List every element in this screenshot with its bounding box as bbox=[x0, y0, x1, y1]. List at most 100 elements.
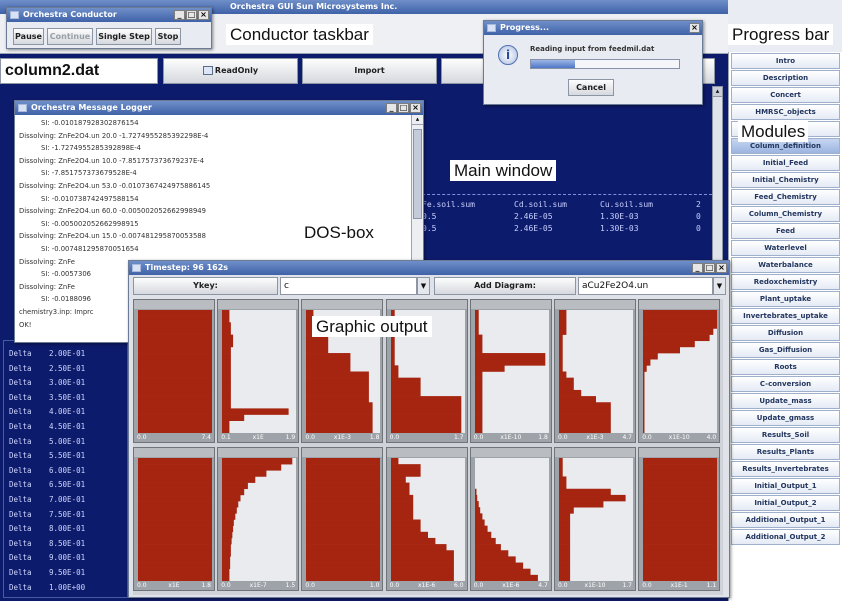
profile-bar bbox=[138, 525, 212, 533]
profile-bar bbox=[138, 377, 212, 385]
module-item[interactable]: Additional_Output_1 bbox=[731, 512, 840, 528]
module-item[interactable]: Update_mass bbox=[731, 393, 840, 409]
module-item[interactable]: C-conversion bbox=[731, 376, 840, 392]
graph-cell[interactable]: 0.0 x1E-7 1.5 bbox=[217, 447, 300, 591]
import-button[interactable]: Import bbox=[302, 58, 437, 84]
graphic-close-icon[interactable]: × bbox=[716, 263, 727, 273]
profile-bar bbox=[222, 402, 232, 409]
profile-bar bbox=[306, 377, 370, 385]
close-icon[interactable]: × bbox=[198, 10, 209, 20]
module-item[interactable]: Roots bbox=[731, 359, 840, 375]
add-diagram-button[interactable]: Add Diagram: bbox=[434, 277, 576, 295]
profile-bar bbox=[559, 525, 571, 533]
module-item[interactable]: Diffusion bbox=[731, 325, 840, 341]
module-item[interactable]: Plant_uptake bbox=[731, 291, 840, 307]
graph-cell[interactable]: 0.0 x1E-1 1.1 bbox=[638, 447, 721, 591]
graph-cell[interactable]: 0.0 x1E-6 4.7 bbox=[469, 447, 552, 591]
axis-tick-label: 1.8 bbox=[538, 434, 548, 441]
profile-bar bbox=[222, 568, 230, 576]
main-data-table: Fe.soil.sum Cd.soil.sum Cu.soil.sum 2 0.5 2.4… bbox=[422, 194, 712, 252]
module-item[interactable]: Update_gmass bbox=[731, 410, 840, 426]
profile-bar bbox=[222, 383, 232, 391]
graph-cell[interactable]: 0.0 x1E-3 4.7 bbox=[554, 299, 636, 443]
graph-cell[interactable]: 0.0 x1E-10 1.8 bbox=[469, 299, 552, 443]
module-item[interactable]: Initial_Output_2 bbox=[731, 495, 840, 511]
profile-bar bbox=[222, 501, 239, 508]
main-scrollbar[interactable]: ▴ bbox=[712, 86, 723, 261]
conductor-titlebar: Orchestra Conductor _ □ × bbox=[7, 8, 211, 22]
single-step-button[interactable]: Single Step bbox=[96, 28, 152, 45]
graph-cell[interactable]: 0.0 x1E-6 6.0 bbox=[385, 447, 468, 591]
profile-bar bbox=[138, 507, 212, 514]
dos-row-value: 9.00E-01 bbox=[49, 553, 86, 563]
profile-bar bbox=[306, 340, 329, 348]
file-name-field[interactable]: column2.dat bbox=[0, 58, 158, 84]
module-item[interactable]: Results_Invertebrates bbox=[731, 461, 840, 477]
graph-cell[interactable]: 0.0 7.4 bbox=[133, 299, 215, 443]
profile-bar bbox=[643, 458, 718, 465]
graph-cell-header bbox=[470, 448, 551, 457]
maximize-icon[interactable]: □ bbox=[186, 10, 197, 20]
profile-bar bbox=[222, 359, 232, 366]
profile-bar bbox=[643, 513, 718, 520]
logger-scroll-thumb[interactable] bbox=[413, 129, 422, 219]
minimize-icon[interactable]: _ bbox=[174, 10, 185, 20]
module-item[interactable]: Results_Plants bbox=[731, 444, 840, 460]
module-item[interactable]: Concert bbox=[731, 87, 840, 103]
stop-button[interactable]: Stop bbox=[155, 28, 181, 45]
profile-bar bbox=[390, 414, 461, 421]
module-item[interactable]: Initial_Output_1 bbox=[731, 478, 840, 494]
profile-bar bbox=[222, 389, 232, 397]
dos-row: Delta 1.00E+00 bbox=[9, 581, 127, 596]
module-item[interactable]: Feed bbox=[731, 223, 840, 239]
logger-scroll-up-icon[interactable]: ▴ bbox=[412, 115, 423, 125]
graph-cell[interactable]: 0.1 x1E 1.9 bbox=[217, 299, 300, 443]
dos-row-value: 7.50E-01 bbox=[49, 509, 86, 519]
logger-close-icon[interactable]: × bbox=[410, 103, 421, 113]
module-item[interactable]: HMRSC_objects bbox=[731, 104, 840, 120]
dos-box: Delta 2.00E-01 Delta 2.50E-01 Delta 3.00E-01 D… bbox=[3, 340, 128, 598]
logger-minimize-icon[interactable]: _ bbox=[386, 103, 397, 113]
add-diagram-select[interactable]: aCu2Fe2O4.un bbox=[578, 277, 713, 295]
module-item[interactable]: Results_Soil bbox=[731, 427, 840, 443]
continue-button[interactable]: Continue bbox=[47, 28, 93, 45]
ykey-button[interactable]: Ykey: bbox=[133, 277, 278, 295]
profile-bar bbox=[643, 402, 645, 409]
progress-close-icon[interactable]: × bbox=[689, 23, 700, 33]
add-diagram-dropdown-icon[interactable]: ▼ bbox=[713, 277, 726, 295]
graph-cell[interactable]: 0.0 x1E 1.8 bbox=[133, 447, 215, 591]
profile-bar bbox=[559, 359, 563, 366]
scroll-up-icon[interactable]: ▴ bbox=[713, 87, 722, 97]
module-item[interactable]: Intro bbox=[731, 53, 840, 69]
logger-line: SI: -0.007481295870051654 bbox=[41, 244, 139, 253]
profile-plot bbox=[474, 458, 549, 581]
dos-row-label: Delta bbox=[9, 363, 32, 373]
graph-cell[interactable]: 0.0 x1E-10 1.7 bbox=[554, 447, 636, 591]
profile-bar bbox=[138, 359, 212, 366]
readonly-label: ReadOnly bbox=[214, 66, 259, 75]
graph-cell[interactable]: 0.0 1.0 bbox=[301, 447, 384, 591]
readonly-checkbox[interactable]: ReadOnly bbox=[163, 58, 298, 84]
graph-cell[interactable]: 0.0 x1E-10 4.0 bbox=[638, 299, 721, 443]
pause-button[interactable]: Pause bbox=[13, 28, 44, 45]
module-item[interactable]: Waterlevel bbox=[731, 240, 840, 256]
module-item[interactable]: Initial_Chemistry bbox=[731, 172, 840, 188]
module-item[interactable]: Waterbalance bbox=[731, 257, 840, 273]
module-item[interactable]: Gas_Diffusion bbox=[731, 342, 840, 358]
graphic-maximize-icon[interactable]: □ bbox=[704, 263, 715, 273]
module-item[interactable]: Additional_Output_2 bbox=[731, 529, 840, 545]
module-item[interactable]: Description bbox=[731, 70, 840, 86]
logger-maximize-icon[interactable]: □ bbox=[398, 103, 409, 113]
dos-row: Delta 9.50E-01 bbox=[9, 566, 127, 581]
module-item[interactable]: Redoxchemistry bbox=[731, 274, 840, 290]
module-item[interactable]: Invertebrates_uptake bbox=[731, 308, 840, 324]
module-item[interactable]: Column_Chemistry bbox=[731, 206, 840, 222]
graphic-minimize-icon[interactable]: _ bbox=[692, 263, 703, 273]
ykey-select[interactable]: c bbox=[280, 277, 417, 295]
graph-axis: 0.0 1.0 bbox=[302, 582, 382, 590]
module-item[interactable]: Feed_Chemistry bbox=[731, 189, 840, 205]
profile-plot bbox=[643, 458, 718, 581]
ykey-dropdown-icon[interactable]: ▼ bbox=[417, 277, 430, 295]
cancel-button[interactable]: Cancel bbox=[568, 79, 614, 96]
module-item[interactable]: Initial_Feed bbox=[731, 155, 840, 171]
